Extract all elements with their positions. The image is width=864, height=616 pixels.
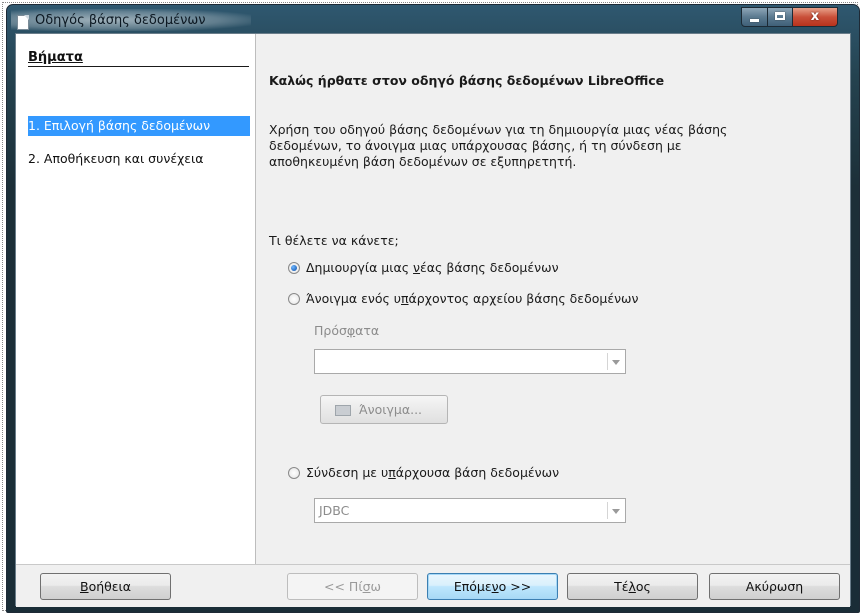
finish-button[interactable]: Τέλος [567, 573, 698, 600]
radio-unchecked-icon[interactable] [288, 466, 300, 479]
document-icon [17, 15, 29, 30]
cancel-button[interactable]: Ακύρωση [709, 573, 840, 600]
dialog-client: Βήματα 1. Επιλογή βάσης δεδομένων 2. Απο… [15, 33, 852, 607]
minimize-button[interactable] [741, 7, 768, 27]
connection-type-dropdown[interactable]: JDBC [314, 498, 626, 523]
step-save-and-proceed[interactable]: 2. Αποθήκευση και συνέχεια [28, 149, 204, 169]
back-button[interactable]: << Πίσω [287, 573, 418, 600]
close-icon: x [810, 9, 820, 24]
chevron-down-icon[interactable] [607, 353, 623, 370]
radio-unchecked-icon[interactable] [288, 292, 300, 305]
chevron-down-icon[interactable] [607, 502, 623, 519]
open-button-label: Άνοιγμα... [359, 402, 423, 417]
recent-dropdown[interactable] [314, 349, 626, 374]
open-button[interactable]: Άνοιγμα... [320, 395, 448, 424]
radio-connect-existing-database[interactable]: Σύνδεση με υπάρχουσα βάση δεδομένων [288, 465, 559, 483]
radio-label: Σύνδεση με υπάρχουσα βάση δεδομένων [306, 465, 560, 480]
description-line: αποθηκευμένη βάση δεδομένων σε εξυπηρετη… [269, 154, 577, 169]
description-line: Χρήση του οδηγού βάσης δεδομένων για τη … [269, 122, 728, 137]
radio-open-existing-file[interactable]: Άνοιγμα ενός υπάρχοντος αρχείου βάσης δε… [288, 291, 639, 309]
steps-heading: Βήματα [28, 50, 83, 65]
next-button[interactable]: Επόμενο >> [427, 573, 558, 600]
question-label: Τι θέλετε να κάνετε; [269, 233, 399, 248]
title-bar[interactable]: Οδηγός βάσης δεδομένων x [7, 5, 859, 33]
radio-label: Δημιουργία μιας νέας βάσης δεδομένων [306, 260, 559, 275]
description: Χρήση του οδηγού βάσης δεδομένων για τη … [269, 122, 829, 170]
steps-divider [28, 66, 249, 67]
recent-label: Πρόσφατα [314, 323, 380, 338]
step-select-database[interactable]: 1. Επιλογή βάσης δεδομένων [28, 116, 250, 136]
steps-sidebar: Βήματα 1. Επιλογή βάσης δεδομένων 2. Απο… [16, 34, 256, 564]
connection-type-value: JDBC [319, 503, 350, 518]
page-title: Καλώς ήρθατε στον οδηγό βάσης δεδομένων … [269, 73, 665, 88]
button-bar: Βοήθεια << Πίσω Επόμενο >> Τέλος Ακύρωση [16, 565, 850, 607]
radio-create-new-database[interactable]: Δημιουργία μιας νέας βάσης δεδομένων [288, 260, 559, 278]
help-button[interactable]: Βοήθεια [40, 573, 171, 600]
close-button[interactable]: x [792, 7, 838, 27]
maximize-button[interactable] [767, 7, 793, 27]
folder-icon [335, 405, 351, 416]
dialog-window: Οδηγός βάσης δεδομένων x Βήματα 1. Επιλο… [6, 4, 860, 613]
radio-label: Άνοιγμα ενός υπάρχοντος αρχείου βάσης δε… [306, 291, 639, 306]
radio-checked-icon[interactable] [288, 261, 300, 274]
description-line: δεδομένων, το άνοιγμα μιας υπάρχουσας βά… [269, 138, 682, 153]
window-title: Οδηγός βάσης δεδομένων [35, 13, 206, 28]
main-content: Καλώς ήρθατε στον οδηγό βάσης δεδομένων … [256, 34, 852, 564]
